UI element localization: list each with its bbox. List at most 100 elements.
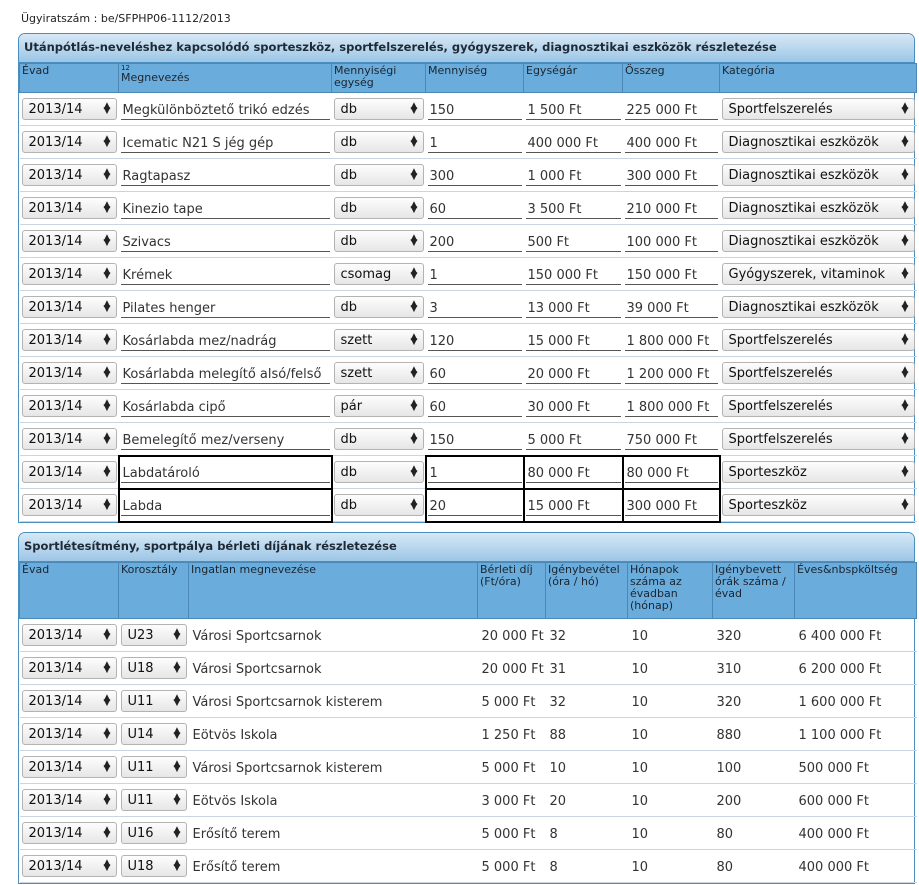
unit-price-input[interactable]: 15 000 Ft xyxy=(525,494,621,516)
unit-select[interactable]: db ▲ ▼ xyxy=(333,461,424,483)
age-group-select[interactable]: U11 ▲ ▼ xyxy=(120,690,187,712)
season-select[interactable]: 2013/14 ▲ ▼ xyxy=(21,296,117,318)
age-group-select[interactable]: U16 ▲ ▼ xyxy=(120,822,187,844)
unit-select[interactable]: db ▲ ▼ xyxy=(333,230,424,252)
season-select[interactable]: 2013/14 ▲ ▼ xyxy=(21,822,117,844)
season-select[interactable]: 2013/14 ▲ ▼ xyxy=(21,789,117,811)
category-select[interactable]: Sporteszköz ▲ ▼ xyxy=(721,494,915,516)
unit-select[interactable]: pár ▲ ▼ xyxy=(333,395,424,417)
unit-select[interactable]: db ▲ ▼ xyxy=(333,296,424,318)
age-group-select[interactable]: U18 ▲ ▼ xyxy=(120,657,187,679)
qty-input[interactable]: 1 xyxy=(427,263,522,285)
category-select[interactable]: Sportfelszerelés ▲ ▼ xyxy=(721,428,915,450)
season-select[interactable]: 2013/14 ▲ ▼ xyxy=(21,362,117,384)
category-select[interactable]: Diagnosztikai eszközök ▲ ▼ xyxy=(721,296,915,318)
col-annual: Éves&nbspköltség xyxy=(794,562,917,619)
name-input[interactable]: Ragtapasz xyxy=(120,164,330,186)
qty-input[interactable]: 60 xyxy=(427,362,522,384)
unit-price-input[interactable]: 20 000 Ft xyxy=(525,362,621,384)
season-select[interactable]: 2013/14 ▲ ▼ xyxy=(21,395,117,417)
qty-input[interactable]: 1 xyxy=(427,131,522,153)
unit-price-input[interactable]: 30 000 Ft xyxy=(525,395,621,417)
unit-price-input[interactable]: 150 000 Ft xyxy=(525,263,621,285)
unit-price-input[interactable]: 1 000 Ft xyxy=(525,164,621,186)
season-select[interactable]: 2013/14 ▲ ▼ xyxy=(21,428,117,450)
age-group-select[interactable]: U14 ▲ ▼ xyxy=(120,723,187,745)
name-input[interactable]: Kosárlabda mez/nadrág xyxy=(120,329,330,351)
category-select[interactable]: Diagnosztikai eszközök ▲ ▼ xyxy=(721,131,915,153)
name-input[interactable]: Krémek xyxy=(120,263,330,285)
qty-input[interactable]: 60 xyxy=(427,395,522,417)
unit-price-input[interactable]: 400 000 Ft xyxy=(525,131,621,153)
category-select[interactable]: Diagnosztikai eszközök ▲ ▼ xyxy=(721,197,915,219)
season-select[interactable]: 2013/14 ▲ ▼ xyxy=(21,263,117,285)
unit-select[interactable]: db ▲ ▼ xyxy=(333,494,424,516)
qty-input[interactable]: 300 xyxy=(427,164,522,186)
unit-price-input[interactable]: 5 000 Ft xyxy=(525,428,621,450)
age-group-select[interactable]: U18 ▲ ▼ xyxy=(120,855,187,877)
season-select[interactable]: 2013/14 ▲ ▼ xyxy=(21,624,117,646)
qty-input[interactable]: 60 xyxy=(427,197,522,219)
name-input[interactable]: Kinezio tape xyxy=(120,197,330,219)
season-select[interactable]: 2013/14 ▲ ▼ xyxy=(21,197,117,219)
category-select[interactable]: Diagnosztikai eszközök ▲ ▼ xyxy=(721,164,915,186)
unit-select[interactable]: szett ▲ ▼ xyxy=(333,329,424,351)
season-select[interactable]: 2013/14 ▲ ▼ xyxy=(21,131,117,153)
unit-select[interactable]: csomag ▲ ▼ xyxy=(333,263,424,285)
age-group-select[interactable]: U23 ▲ ▼ xyxy=(120,624,187,646)
season-select[interactable]: 2013/14 ▲ ▼ xyxy=(21,723,117,745)
category-select[interactable]: Sportfelszerelés ▲ ▼ xyxy=(721,362,915,384)
category-select[interactable]: Diagnosztikai eszközök ▲ ▼ xyxy=(721,230,915,252)
season-select[interactable]: 2013/14 ▲ ▼ xyxy=(21,690,117,712)
select-arrows-icon: ▲ ▼ xyxy=(901,233,909,248)
season-select[interactable]: 2013/14 ▲ ▼ xyxy=(21,494,117,516)
unit-price-input[interactable]: 3 500 Ft xyxy=(525,197,621,219)
cell-usage: 8 xyxy=(545,849,628,883)
unit-select[interactable]: db ▲ ▼ xyxy=(333,164,424,186)
season-select[interactable]: 2013/14 ▲ ▼ xyxy=(21,329,117,351)
qty-input[interactable]: 3 xyxy=(427,296,522,318)
select-arrows-icon: ▲ ▼ xyxy=(410,497,418,512)
name-input[interactable]: Icematic N21 S jég gép xyxy=(120,131,330,153)
category-select[interactable]: Sportfelszerelés ▲ ▼ xyxy=(721,329,915,351)
qty-input[interactable]: 200 xyxy=(427,230,522,252)
category-select[interactable]: Gyógyszerek, vitaminok ▲ ▼ xyxy=(721,263,915,285)
category-select[interactable]: Sporteszköz ▲ ▼ xyxy=(721,461,915,483)
season-select[interactable]: 2013/14 ▲ ▼ xyxy=(21,230,117,252)
unit-price-input[interactable]: 80 000 Ft xyxy=(525,461,621,483)
category-select[interactable]: Sportfelszerelés ▲ ▼ xyxy=(721,98,915,120)
name-input[interactable]: Labdatároló xyxy=(120,461,330,483)
season-select[interactable]: 2013/14 ▲ ▼ xyxy=(21,657,117,679)
name-input[interactable]: Szivacs xyxy=(120,230,330,252)
unit-price-input[interactable]: 1 500 Ft xyxy=(525,98,621,120)
name-input[interactable]: Kosárlabda melegítő alsó/felső xyxy=(120,362,330,384)
name-input[interactable]: Labda xyxy=(120,494,330,516)
name-input[interactable]: Megkülönböztető trikó edzés xyxy=(120,98,330,120)
unit-select[interactable]: db ▲ ▼ xyxy=(333,98,424,120)
qty-input[interactable]: 150 xyxy=(427,98,522,120)
equipment-row: 2013/14 ▲ ▼ Kosárlabda melegítő alsó/felső s… xyxy=(19,356,917,390)
season-select[interactable]: 2013/14 ▲ ▼ xyxy=(21,98,117,120)
qty-input[interactable]: 150 xyxy=(427,428,522,450)
age-group-select[interactable]: U11 ▲ ▼ xyxy=(120,789,187,811)
unit-price-input[interactable]: 13 000 Ft xyxy=(525,296,621,318)
unit-select[interactable]: szett ▲ ▼ xyxy=(333,362,424,384)
qty-input[interactable]: 120 xyxy=(427,329,522,351)
unit-select[interactable]: db ▲ ▼ xyxy=(333,131,424,153)
cell-unit: csomag ▲ ▼ xyxy=(331,257,426,291)
unit-select[interactable]: db ▲ ▼ xyxy=(333,197,424,219)
unit-price-input[interactable]: 15 000 Ft xyxy=(525,329,621,351)
qty-input[interactable]: 20 xyxy=(427,494,522,516)
name-input[interactable]: Bemelegítő mez/verseny xyxy=(120,428,330,450)
unit-select[interactable]: db ▲ ▼ xyxy=(333,428,424,450)
season-select[interactable]: 2013/14 ▲ ▼ xyxy=(21,164,117,186)
name-input[interactable]: Kosárlabda cipő xyxy=(120,395,330,417)
unit-price-input[interactable]: 500 Ft xyxy=(525,230,621,252)
season-select[interactable]: 2013/14 ▲ ▼ xyxy=(21,461,117,483)
season-select[interactable]: 2013/14 ▲ ▼ xyxy=(21,756,117,778)
qty-input[interactable]: 1 xyxy=(427,461,522,483)
age-group-select[interactable]: U11 ▲ ▼ xyxy=(120,756,187,778)
name-input[interactable]: Pilates henger xyxy=(120,296,330,318)
category-select[interactable]: Sportfelszerelés ▲ ▼ xyxy=(721,395,915,417)
season-select[interactable]: 2013/14 ▲ ▼ xyxy=(21,855,117,877)
